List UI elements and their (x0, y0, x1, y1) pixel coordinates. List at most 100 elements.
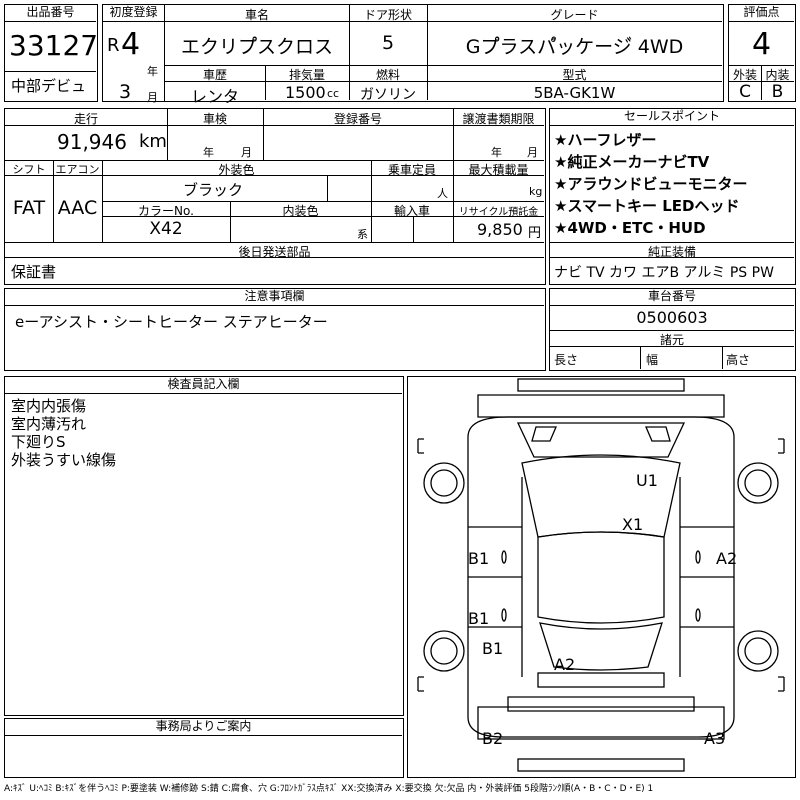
recycle-unit: 円 (528, 226, 542, 241)
sales-point-item: ★純正メーカーナビTV (554, 153, 710, 171)
inspector-label: 検査員記入欄 (5, 377, 402, 394)
first-reg-box: 初度登録 R 4 年 3 月 (102, 4, 166, 104)
damage-mark: B1 (468, 609, 490, 628)
inspection-year-unit: 年 (203, 146, 214, 159)
car-diagram (417, 378, 785, 772)
equipment-label: 純正装備 (647, 245, 696, 259)
import-label: 輸入車 (393, 204, 430, 218)
lot-number: 33127 (9, 29, 99, 62)
car-diagram-box: U1 X1 B1 A2 B1 B1 A2 B2 A3 (407, 376, 796, 778)
later-parts-label: 後日発送部品 (238, 245, 311, 259)
int-color-unit: 系 (357, 228, 368, 241)
spec-label: 諸元 (659, 333, 684, 347)
damage-mark: A3 (704, 729, 726, 748)
interior-grade: B (771, 82, 784, 102)
inspector-box: 検査員記入欄 室内内張傷 室内薄汚れ 下廻りS 外装うすい線傷 (4, 376, 404, 716)
sales-point-item: ★4WD・ETC・HUD (554, 219, 706, 237)
sales-point-item: ★アラウンドビューモニター (554, 175, 748, 193)
mileage-unit: km (139, 131, 167, 152)
lot-label: 出品番号 (5, 5, 96, 22)
reg-no-label: 登録番号 (333, 112, 382, 126)
height-label: 高さ (726, 353, 751, 367)
shift-label: シフト (12, 163, 46, 176)
office-label: 事務局よりご案内 (5, 719, 402, 736)
history-value: レンタ (190, 87, 239, 106)
width-label: 幅 (646, 353, 659, 367)
notes-box: 注意事項欄 eーアシスト・シートヒーター ステアヒーター (4, 288, 546, 371)
inspector-line: 室内薄汚れ (11, 415, 87, 433)
office-box: 事務局よりご案内 (4, 718, 404, 778)
damage-mark: B2 (482, 729, 504, 748)
era: R (107, 35, 120, 56)
mileage-label: 走行 (73, 112, 98, 126)
inspector-line: 下廻りS (11, 433, 66, 451)
notes-value: eーアシスト・シートヒーター ステアヒーター (15, 313, 328, 331)
shift-value: FAT (12, 197, 46, 219)
color-no-label: カラーNo. (138, 204, 194, 218)
score-value: 4 (751, 27, 772, 62)
transfer-year-unit: 年 (491, 146, 502, 159)
lot-box: 出品番号 33127 中部デビュ (4, 4, 98, 102)
sales-point-item: ★スマートキー LEDヘッド (554, 197, 740, 215)
chassis-box: 車台番号 0500603 諸元 長さ 幅 高さ (549, 288, 796, 371)
year-unit: 年 (147, 65, 158, 78)
month-value: 3 (119, 81, 132, 103)
debut-label: 中部デビュ (11, 77, 87, 95)
inspection-month-unit: 月 (241, 146, 252, 159)
damage-mark: U1 (636, 471, 658, 490)
recycle-label: リサイクル預託金 (458, 207, 539, 218)
details-box: 走行 車検 登録番号 譲渡書類期限 91,946 km 年 月 年 月 シフト … (4, 108, 546, 285)
grade-label: グレード (550, 8, 599, 22)
capacity-label: 乗車定員 (387, 163, 436, 177)
ac-value: AAC (57, 197, 98, 219)
inspection-label: 車検 (202, 112, 227, 126)
interior-label: 内装 (765, 68, 790, 82)
damage-mark: X1 (622, 515, 644, 534)
length-label: 長さ (554, 353, 579, 367)
grade-value: Gプ゚ラスパ゚ッケージ゙ 4WD (465, 36, 684, 58)
sales-points-box: セールスポイント ★ハーフレザー ★純正メーカーナビTV ★アラウンドビューモニ… (549, 108, 796, 285)
main-info-box: 車名 ドア形状 グレード エクリプ゚スクロス 5 Gプ゚ラスパ゚ッケージ゙ 4W… (164, 4, 724, 106)
displacement-label: 排気量 (288, 68, 325, 82)
inspector-line: 室内内張傷 (11, 397, 87, 415)
month-unit: 月 (147, 91, 158, 104)
chassis-label: 車台番号 (550, 289, 794, 306)
later-parts-value: 保証書 (11, 263, 57, 281)
sales-points-label: セールスポイント (550, 109, 794, 126)
score-label: 評価点 (729, 5, 794, 22)
displacement-value: 1500 (285, 83, 326, 102)
ext-color-label: 外装色 (218, 163, 255, 177)
damage-mark: A2 (554, 655, 576, 674)
transfer-label: 譲渡書類期限 (462, 112, 535, 126)
model-value: 5BA-GK1W (533, 84, 616, 102)
damage-mark: A2 (716, 549, 738, 568)
exterior-grade: C (739, 82, 751, 102)
sales-point-item: ★ハーフレザー (554, 131, 657, 149)
ext-color-value: ブラック (182, 181, 243, 199)
damage-mark: B1 (482, 639, 504, 658)
fuel-label: 燃料 (375, 68, 400, 82)
displacement-unit: cc (327, 87, 340, 100)
car-name-label: 車名 (244, 8, 269, 22)
int-color-label: 内装色 (282, 204, 319, 218)
history-label: 車歴 (202, 68, 227, 82)
year-value: 4 (121, 27, 141, 62)
fuel-value: ガソリン (360, 87, 416, 103)
first-reg-label: 初度登録 (103, 5, 164, 22)
chassis-number: 0500603 (636, 308, 708, 327)
max-load-unit: kg (529, 185, 543, 198)
model-label: 型式 (562, 68, 587, 82)
mileage-value: 91,946 (57, 130, 127, 154)
transfer-month-unit: 月 (527, 146, 538, 159)
notes-label: 注意事項欄 (5, 289, 544, 306)
max-load-label: 最大積載量 (468, 163, 529, 177)
car-name: エクリプ゚スクロス (180, 36, 333, 58)
capacity-unit: 人 (437, 187, 448, 200)
ac-label: エアコン (55, 163, 100, 176)
equipment-value: ナビ TV カワ エアB アルミ PS PW (554, 265, 774, 281)
inspector-line: 外装うすい線傷 (11, 451, 117, 469)
recycle-value: 9,850 (477, 220, 523, 239)
legend-footer: A:ｷｽﾞ U:ﾍｺﾐ B:ｷｽﾞを伴うﾍｺﾐ P:要塗装 W:補修跡 S:錆 … (4, 784, 654, 794)
color-no-value: X42 (149, 219, 183, 239)
score-box: 評価点 4 外装 内装 C B (728, 4, 796, 102)
